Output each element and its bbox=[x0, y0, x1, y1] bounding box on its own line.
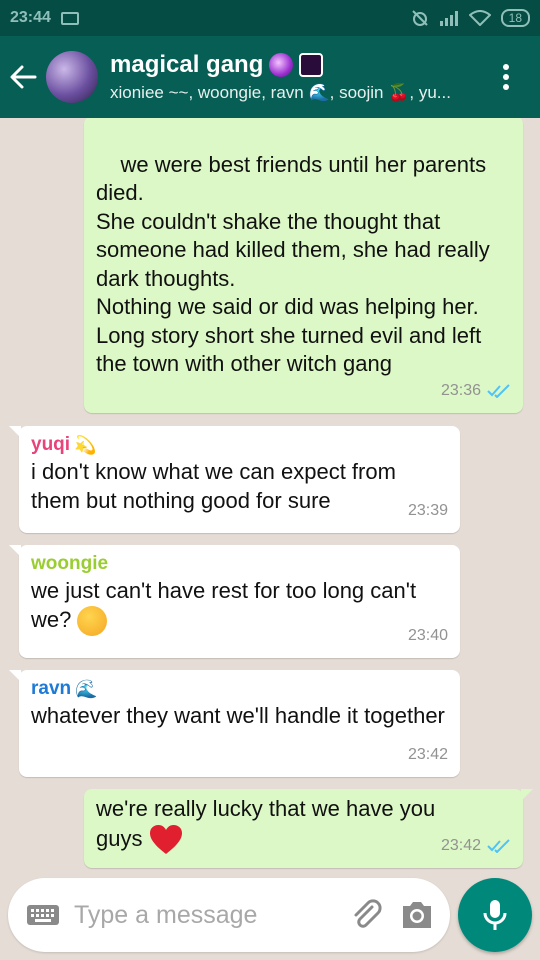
message-input-placeholder: Type a message bbox=[74, 900, 258, 929]
group-members: xioniee ~~, woongie, ravn 🌊, soojin 🍒, y… bbox=[110, 83, 451, 102]
mic-button[interactable] bbox=[458, 878, 532, 952]
fireworks-icon bbox=[299, 53, 324, 77]
message-meta: 23:39 bbox=[408, 497, 448, 526]
battery-indicator: 18 bbox=[500, 9, 530, 27]
alarm-off-icon bbox=[411, 10, 428, 26]
red-heart-icon bbox=[149, 824, 182, 854]
message-bubble-incoming[interactable]: yuqi 💫 i don't know what we can expect f… bbox=[9, 426, 460, 533]
message-meta: 23:36 bbox=[441, 377, 511, 406]
message-time: 23:39 bbox=[407, 501, 448, 519]
group-avatar[interactable] bbox=[46, 51, 98, 103]
back-button[interactable] bbox=[0, 36, 46, 118]
crystal-ball-icon bbox=[269, 53, 294, 77]
arrow-left-icon bbox=[10, 65, 37, 89]
double-check-icon bbox=[487, 384, 510, 398]
status-indicators: 18 bbox=[411, 9, 530, 27]
message-time: 23:36 bbox=[440, 381, 481, 399]
message-text: we were best friends until her parents d… bbox=[96, 151, 490, 377]
message-text: we're really lucky that we have you guys bbox=[96, 796, 436, 851]
tired-face-icon bbox=[77, 605, 108, 636]
message-bubble-outgoing[interactable]: we were best friends until her parents d… bbox=[84, 118, 523, 413]
more-vert-icon[interactable] bbox=[488, 36, 524, 118]
group-info[interactable]: magical gang xioniee ~~, woongie, ravn 🌊… bbox=[110, 51, 488, 103]
message-text-wrap: we're really lucky that we have you guys bbox=[96, 795, 486, 856]
chat-header: magical gang xioniee ~~, woongie, ravn 🌊… bbox=[0, 36, 540, 118]
sender-name: woongie bbox=[31, 553, 109, 574]
message-meta: 23:42 bbox=[408, 741, 448, 770]
status-bar: 23:44 18 bbox=[0, 0, 540, 36]
message-bubble-incoming[interactable]: woongie we just can't have rest for too … bbox=[9, 545, 460, 658]
double-check-icon bbox=[487, 839, 510, 853]
status-time: 23:44 bbox=[10, 9, 51, 26]
group-title-row: magical gang bbox=[110, 51, 488, 79]
message-input[interactable]: Type a message bbox=[8, 878, 450, 952]
message-text-wrap: we just can't have rest for too long can… bbox=[31, 577, 441, 636]
message-meta: 23:42 bbox=[441, 832, 511, 861]
signal-icon bbox=[439, 11, 458, 26]
message-list[interactable]: we were best friends until her parents d… bbox=[0, 118, 540, 874]
message-bubble-incoming[interactable]: ravn 🌊 whatever they want we'll handle i… bbox=[9, 670, 460, 777]
wave-icon: 🌊 bbox=[75, 679, 98, 699]
microphone-icon bbox=[483, 900, 507, 930]
message-time: 23:40 bbox=[407, 626, 448, 644]
message-time: 23:42 bbox=[407, 745, 448, 763]
dizzy-icon: 💫 bbox=[74, 435, 97, 455]
message-meta: 23:40 bbox=[408, 622, 448, 651]
group-title: magical gang bbox=[110, 51, 264, 78]
mail-icon bbox=[60, 11, 79, 25]
message-time: 23:42 bbox=[440, 836, 481, 854]
sender-name: yuqi 💫 bbox=[31, 432, 448, 458]
paperclip-icon[interactable] bbox=[350, 898, 384, 932]
sender-name: ravn 🌊 bbox=[31, 676, 448, 702]
message-bubble-outgoing[interactable]: we're really lucky that we have you guys… bbox=[84, 789, 533, 868]
keyboard-icon[interactable] bbox=[26, 903, 60, 927]
message-text: i don't know what we can expect from the… bbox=[31, 459, 396, 513]
composer-bar: Type a message bbox=[0, 874, 540, 960]
wifi-icon bbox=[468, 10, 491, 26]
camera-icon[interactable] bbox=[400, 900, 434, 930]
message-text: whatever they want we'll handle it toget… bbox=[31, 703, 445, 728]
